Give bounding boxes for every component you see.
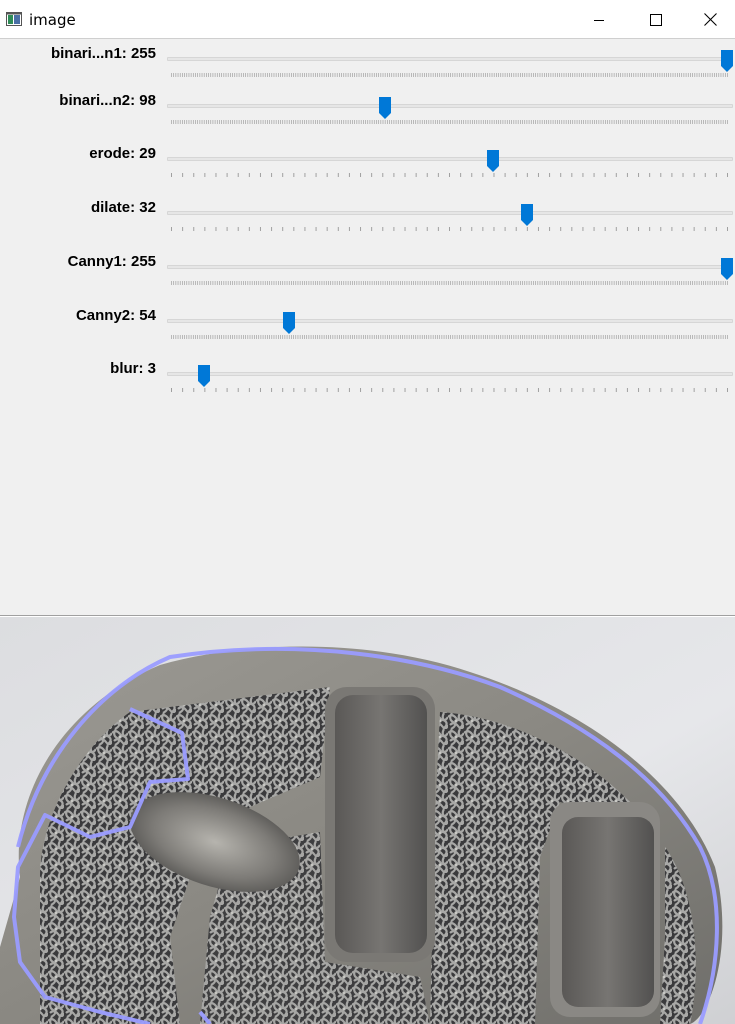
- trackbar-label: erode: 29: [89, 145, 156, 162]
- trackbar-binarization2: binari...n2: 98: [0, 88, 735, 128]
- slider-thumb[interactable]: [282, 311, 296, 335]
- slider-thumb[interactable]: [720, 49, 734, 73]
- tick-marks: [171, 120, 728, 124]
- trackbar-canny2: Canny2: 54: [0, 303, 735, 343]
- tick-marks: [171, 73, 728, 77]
- slider-track[interactable]: [167, 57, 733, 61]
- slider-track[interactable]: [167, 104, 733, 108]
- tick-marks: [171, 173, 728, 177]
- slider-track[interactable]: [167, 157, 733, 161]
- trackbar-canny1: Canny1: 255: [0, 249, 735, 289]
- slider-thumb[interactable]: [378, 96, 392, 120]
- tick-marks: [171, 335, 728, 339]
- app-window-icon: [6, 12, 22, 26]
- slider-track[interactable]: [167, 372, 733, 376]
- trackbar-dilate: dilate: 32: [0, 195, 735, 235]
- trackbar-label: dilate: 32: [90, 199, 156, 216]
- close-icon: [704, 13, 717, 26]
- slider-thumb[interactable]: [720, 257, 734, 281]
- slider-track[interactable]: [167, 319, 733, 323]
- maximize-button[interactable]: [627, 0, 685, 39]
- trackbar-label: binari...n1: 255: [50, 45, 156, 62]
- minimize-icon: [594, 19, 604, 21]
- maximize-icon: [650, 13, 662, 26]
- slider-thumb[interactable]: [486, 149, 500, 173]
- slider-track[interactable]: [167, 211, 733, 215]
- trackbar-label: binari...n2: 98: [59, 92, 156, 109]
- trackbar-label: blur: 3: [110, 360, 156, 377]
- tick-marks: [171, 281, 728, 285]
- slider-thumb[interactable]: [520, 203, 534, 227]
- contour-photo: [0, 617, 735, 1024]
- window-title: image: [29, 11, 76, 29]
- tick-marks: [171, 388, 728, 392]
- close-button[interactable]: [686, 0, 735, 39]
- trackbar-panel: binari...n1: 255 binari...n2: 98 erode: …: [0, 39, 735, 616]
- trackbar-label: Canny1: 255: [67, 253, 156, 270]
- minimize-button[interactable]: [570, 0, 628, 39]
- tick-marks: [171, 227, 728, 231]
- image-display[interactable]: [0, 617, 735, 1024]
- title-bar[interactable]: image: [0, 0, 735, 39]
- slider-thumb[interactable]: [197, 364, 211, 388]
- trackbar-erode: erode: 29: [0, 141, 735, 181]
- trackbar-binarization1: binari...n1: 255: [0, 41, 735, 81]
- trackbar-blur: blur: 3: [0, 356, 735, 396]
- slider-track[interactable]: [167, 265, 733, 269]
- trackbar-label: Canny2: 54: [75, 307, 156, 324]
